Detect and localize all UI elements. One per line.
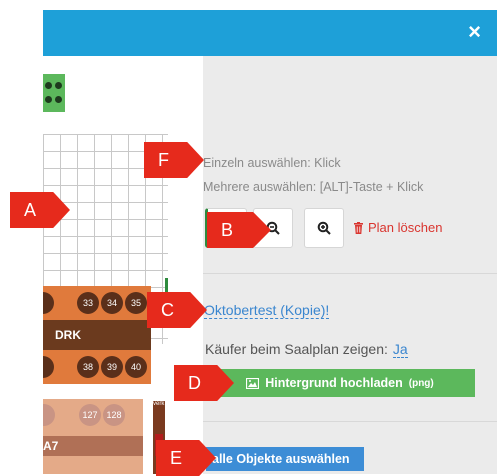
settings-panel xyxy=(203,56,497,474)
seat-block-label-bar: DRK xyxy=(43,320,151,350)
seat-block-a7[interactable]: 127 128 A7 xyxy=(43,399,143,474)
upload-background-button[interactable]: Hintergrund hochladen (png) xyxy=(205,369,475,397)
seat[interactable]: 39 xyxy=(101,356,123,378)
image-icon xyxy=(246,377,260,389)
buyer-visibility-row: Käufer beim Saalplan zeigen: Ja xyxy=(205,341,408,358)
info-single-select: Einzeln auswählen: Klick xyxy=(203,156,341,170)
seat[interactable] xyxy=(43,292,54,314)
seat[interactable] xyxy=(43,356,54,378)
seat-block-drk[interactable]: 33 34 35 DRK 38 39 40 xyxy=(43,286,151,384)
close-icon[interactable]: × xyxy=(468,21,481,43)
delete-plan-button[interactable]: Plan löschen xyxy=(353,220,442,235)
info-multi-select: Mehrere auswählen: [ALT]-Taste + Klick xyxy=(203,180,424,194)
green-object[interactable] xyxy=(43,74,65,112)
delete-plan-label: Plan löschen xyxy=(368,220,443,235)
modal-header: × xyxy=(43,10,497,56)
seat[interactable]: 128 xyxy=(103,404,125,426)
seat[interactable]: 40 xyxy=(125,356,147,378)
divider xyxy=(203,273,497,274)
seat[interactable]: 33 xyxy=(77,292,99,314)
seat-block-label: A7 xyxy=(43,439,59,453)
seat-block-label-bar: A7 xyxy=(43,436,143,456)
zoom-in-icon xyxy=(317,221,331,235)
upload-background-label: Hintergrund hochladen xyxy=(265,376,403,390)
object-label: verk xyxy=(153,401,165,407)
seat[interactable]: 38 xyxy=(77,356,99,378)
seat[interactable]: 127 xyxy=(79,404,101,426)
seat[interactable]: 34 xyxy=(101,292,123,314)
seat[interactable]: 35 xyxy=(125,292,147,314)
buyer-visibility-label: Käufer beim Saalplan zeigen: xyxy=(205,341,388,357)
zoom-in-button[interactable] xyxy=(304,208,344,248)
divider xyxy=(203,421,497,422)
trash-icon xyxy=(354,221,363,234)
seating-plan-canvas[interactable]: 33 34 35 DRK 38 39 40 127 128 A7 verk xyxy=(43,56,203,474)
upload-background-hint: (png) xyxy=(408,377,434,389)
seat[interactable] xyxy=(43,404,55,426)
plan-title-link[interactable]: Oktobertest (Kopie)! xyxy=(204,302,330,319)
buyer-visibility-toggle[interactable]: Ja xyxy=(392,341,408,358)
seat-block-label: DRK xyxy=(55,328,81,342)
select-all-objects-button[interactable]: alle Objekte auswählen xyxy=(206,447,364,471)
